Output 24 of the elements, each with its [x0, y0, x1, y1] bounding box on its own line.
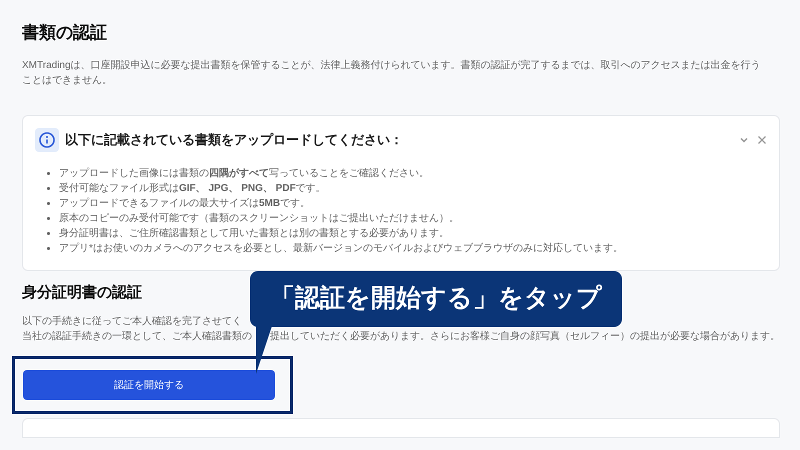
start-verification-button[interactable]: 認証を開始する	[23, 370, 275, 400]
list-item: 身分証明書は、ご住所確認書類として用いた書類とは別の書類とする必要があります。	[59, 226, 449, 241]
list-item: 受付可能なファイル形式はGIF、 JPG、 PNG、 PDFです。	[59, 182, 326, 196]
instruction-text: 提出していただく必要があります。さらにお客様ご自身の顔写真（セルフィー）の提出が必要な場合があります。	[270, 330, 780, 344]
list-item: アップロードした画像には書類の四隅がすべて写っていることをご確認ください。	[59, 166, 429, 181]
bullet-icon	[47, 172, 50, 175]
list-item: アップロードできるファイルの最大サイズは5MBです。	[59, 196, 310, 211]
notice-title: 以下に記載されている書類をアップロードしてください：	[65, 131, 403, 150]
info-icon	[35, 128, 59, 152]
bullet-icon	[47, 232, 50, 235]
bullet-icon	[47, 187, 50, 190]
callout: 「認証を開始する」をタップ	[250, 271, 622, 327]
description: XMTradingは、口座開設申込に必要な提出書類を保管することが、法律上義務付けられています。書類の認証が完了するまでは、取引へのアクセスまたは出金を行うことはできません。	[22, 58, 762, 88]
bullet-icon	[47, 202, 50, 205]
close-icon[interactable]	[757, 135, 767, 145]
chevron-icon[interactable]	[739, 135, 749, 145]
list-item: 原本のコピーのみ受付可能です（書類のスクリーンショットはご提出いただけません）。	[59, 212, 459, 226]
instruction-text: 以下の手続きに従ってご本人確認を完了させてく	[22, 314, 243, 329]
bullet-icon	[47, 247, 50, 250]
instruction-text: 当社の認証手続きの一環として、ご本人確認書類の	[22, 330, 252, 344]
section-title: 書類の認証	[22, 22, 108, 44]
section-title: 身分証明書の認証	[22, 283, 142, 303]
bullet-icon	[47, 217, 50, 220]
list-item: アプリ*はお使いのカメラへのアクセスを必要とし、最新バージョンのモバイルおよびウェブブラウザのみに対応しています。	[59, 242, 623, 256]
